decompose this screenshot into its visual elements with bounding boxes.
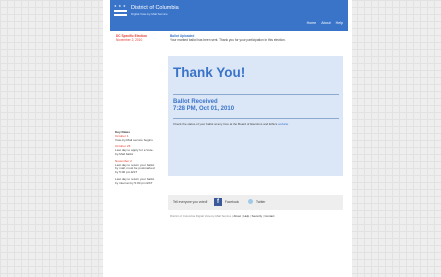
election-date: November 2, 2010 bbox=[116, 38, 143, 42]
divider bbox=[173, 118, 339, 119]
confirmation-panel: Thank You! Ballot Received 7:28 PM, Oct … bbox=[168, 56, 343, 176]
site-footer: District of Columbia Digital Vote-by-Mai… bbox=[170, 214, 275, 218]
twitter-icon[interactable] bbox=[248, 199, 253, 204]
footer-link-about[interactable]: About bbox=[233, 214, 241, 218]
site-header: ★ ★ ★ District of Columbia Digital Vote-… bbox=[110, 0, 348, 31]
site-title[interactable]: District of Columbia bbox=[131, 5, 179, 11]
key-dates: Key Dates October 1 Vote-by-Mail service… bbox=[115, 130, 155, 189]
thank-you-heading: Thank You! bbox=[173, 65, 246, 80]
key-date-item: October 26 Last day to apply for a Vote-… bbox=[115, 144, 154, 156]
page-container: ★ ★ ★ District of Columbia Digital Vote-… bbox=[103, 0, 352, 277]
nav-help[interactable]: Help bbox=[336, 21, 343, 25]
dc-flag-icon: ★ ★ ★ bbox=[114, 4, 127, 19]
facebook-link[interactable]: Facebook bbox=[225, 200, 239, 204]
twitter-link[interactable]: Twitter bbox=[256, 200, 265, 204]
ballot-status-message: Your marked ballot has been sent. Thank … bbox=[170, 38, 286, 42]
website-link[interactable]: website bbox=[278, 122, 288, 126]
nav-home[interactable]: Home bbox=[307, 21, 317, 25]
ballot-status: Ballot Uploaded Your marked ballot has b… bbox=[170, 34, 286, 42]
nav-about[interactable]: About bbox=[321, 21, 330, 25]
key-date-item: October 1 Vote-by-Mail service begins bbox=[115, 133, 153, 142]
footer-brand: District of Columbia Digital Vote-by-Mai… bbox=[170, 214, 232, 218]
footer-link-help[interactable]: Help bbox=[243, 214, 249, 218]
footer-link-security[interactable]: Security bbox=[252, 214, 262, 218]
ballot-received: Ballot Received 7:28 PM, Oct 01, 2010 bbox=[173, 99, 234, 113]
top-nav: Home About Help bbox=[303, 21, 343, 25]
tell-everyone-text: Tell everyone you voted! bbox=[173, 200, 208, 204]
site-subtitle: Digital Vote-by-Mail Service bbox=[131, 12, 168, 16]
facebook-icon[interactable]: f bbox=[214, 198, 222, 206]
election-info: DC Specific Election November 2, 2010 bbox=[116, 34, 156, 42]
divider bbox=[173, 94, 339, 95]
footer-link-contact[interactable]: Contact bbox=[264, 214, 274, 218]
key-date-item: Last day to return your ballot by intern… bbox=[115, 176, 155, 185]
social-share-bar: Tell everyone you voted! f Facebook Twit… bbox=[168, 195, 343, 210]
ballot-received-time: 7:28 PM, Oct 01, 2010 bbox=[173, 106, 235, 112]
key-date-item: November 2 Last day to return your ballo… bbox=[115, 158, 155, 175]
ballot-received-title: Ballot Received bbox=[173, 99, 218, 105]
status-check-text: Check the status of your ballot at any t… bbox=[173, 122, 289, 126]
